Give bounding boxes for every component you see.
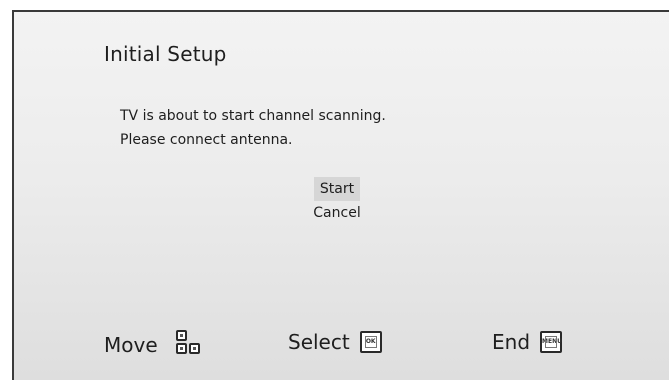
move-label: Move [104,333,158,357]
start-option[interactable]: Start [313,177,361,201]
move-hint: Move [104,330,204,360]
message-line-2: Please connect antenna. [120,132,293,148]
ok-key-icon: OK [359,331,382,353]
select-label: Select [288,330,350,354]
end-hint: End MENU [492,330,563,354]
menu-key-icon: MENU [540,331,563,353]
initial-setup-screen: Initial Setup TV is about to start chann… [12,10,669,380]
cancel-option[interactable]: Cancel [307,201,366,225]
down-key-icon [175,343,187,354]
option-list: Start Cancel [14,177,660,225]
message-line-1: TV is about to start channel scanning. [120,108,386,124]
end-label: End [492,330,531,354]
arrow-keys-icon [174,330,204,360]
right-key-icon [188,343,200,354]
page-title: Initial Setup [104,42,227,66]
setup-message: TV is about to start channel scanning. P… [120,104,386,152]
up-key-icon [175,330,187,341]
select-hint: Select OK [288,330,382,354]
footer-hints: Move Select OK End MENU [14,326,660,366]
